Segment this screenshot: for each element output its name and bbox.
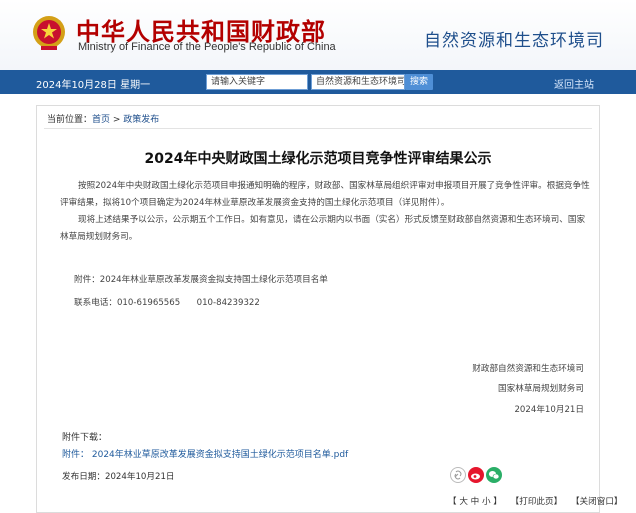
- font-size-toggle[interactable]: 【 大 中 小 】: [448, 497, 502, 507]
- weibo-share-icon[interactable]: [468, 467, 484, 483]
- attachments-label: 附件下载：: [62, 433, 108, 443]
- site-select[interactable]: 自然资源和生态环境司: [311, 74, 405, 90]
- current-date: 2024年10月28日 星期一: [36, 80, 151, 91]
- signature-dept-2: 国家林草局规划财务司: [498, 384, 584, 394]
- share-toolbar: [450, 467, 510, 485]
- publish-date-value: 2024年10月21日: [104, 472, 175, 482]
- article-paragraph-2: 现将上述结果予以公示，公示期五个工作日。如有意见，请在公示期内以书面（实名）形式…: [60, 215, 586, 242]
- wechat-share-icon[interactable]: [486, 467, 502, 483]
- site-header: 中华人民共和国财政部 Ministry of Finance of the Pe…: [0, 0, 636, 70]
- ministry-name-en: Ministry of Finance of the People's Repu…: [78, 41, 336, 53]
- publish-date: 发布日期：2024年10月21日: [62, 470, 175, 482]
- breadcrumb-prefix: 当前位置：: [47, 115, 93, 125]
- attachment-note: 附件：2024年林业草原改革发展资金拟支持国土绿化示范项目名单: [74, 275, 328, 285]
- breadcrumb: 当前位置：首页 > 政策发布: [47, 112, 159, 125]
- return-home-link[interactable]: 返回主站: [554, 76, 594, 91]
- breadcrumb-section[interactable]: 政策发布: [123, 115, 159, 125]
- article-paragraph-1: 按照2024年中央财政国土绿化示范项目申报通知明确的程序，财政部、国家林草局组织…: [60, 181, 590, 208]
- print-page-link[interactable]: 【打印此页】: [511, 497, 563, 507]
- top-navbar: 2024年10月28日 星期一 请输入关键字 自然资源和生态环境司 搜索 返回主…: [0, 70, 636, 94]
- search-button[interactable]: 搜索: [405, 74, 434, 90]
- publish-date-label: 发布日期：: [62, 472, 105, 482]
- contact-phones: 联系电话：010-61965565 010-84239322: [74, 298, 260, 308]
- national-emblem-icon: [33, 16, 65, 50]
- close-window-link[interactable]: 【关闭窗口】: [571, 497, 623, 507]
- department-name: 自然资源和生态环境司: [424, 31, 604, 51]
- breadcrumb-home[interactable]: 首页: [92, 115, 110, 125]
- search-input[interactable]: 请输入关键字: [206, 74, 308, 90]
- share-link-icon[interactable]: [450, 467, 466, 483]
- signature-dept-1: 财政部自然资源和生态环境司: [472, 364, 584, 374]
- footer-links: 【 大 中 小 】 【打印此页】 【关闭窗口】: [448, 495, 629, 507]
- attachment-file-link[interactable]: 附件： 2024年林业草原改革发展资金拟支持国土绿化示范项目名单.pdf: [62, 447, 348, 460]
- article-title: 2024年中央财政国土绿化示范项目竞争性评审结果公示: [144, 151, 492, 167]
- breadcrumb-divider: [44, 128, 592, 129]
- signature-date: 2024年10月21日: [514, 405, 584, 415]
- breadcrumb-separator: >: [110, 115, 124, 125]
